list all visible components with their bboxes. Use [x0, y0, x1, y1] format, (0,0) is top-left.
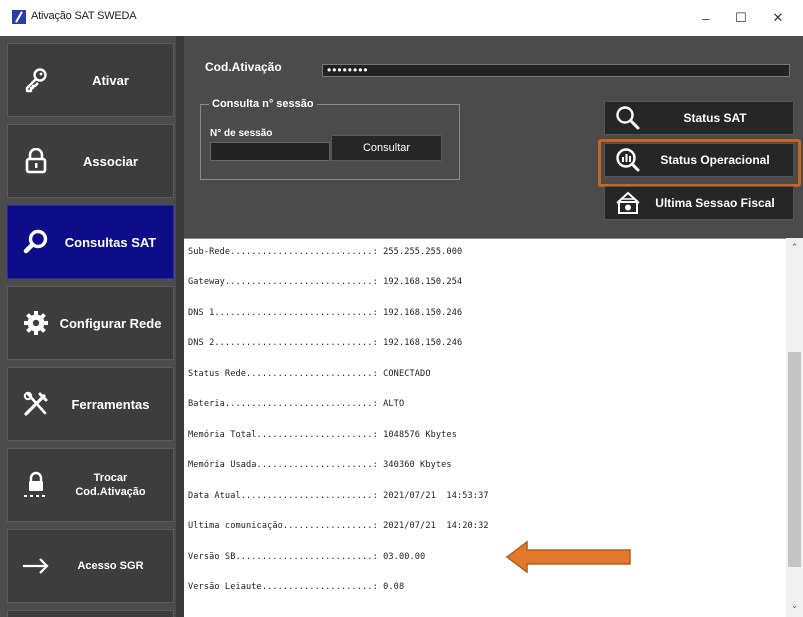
close-button[interactable]: ✕: [758, 6, 798, 30]
sidebar-item-label: Trocar Cod.Ativação: [8, 471, 173, 499]
console-line: Memória Usada......................: 340…: [188, 460, 452, 470]
receipt-icon: [613, 188, 643, 218]
scroll-down-arrow-icon[interactable]: ⌄: [786, 598, 803, 612]
console-line: Memória Total......................: 104…: [188, 430, 457, 440]
session-group-title: Consulta n° sessão: [209, 98, 317, 110]
consultar-button[interactable]: Consultar: [331, 135, 442, 161]
maximize-button[interactable]: ☐: [721, 6, 761, 30]
console-line: Bateria............................: ALT…: [188, 399, 405, 409]
sidebar-item-label: Configurar Rede: [59, 315, 162, 331]
session-number-input[interactable]: [210, 142, 330, 161]
title-bar: Ativação SAT SWEDA – ☐ ✕: [0, 0, 803, 36]
highlight-box: [598, 139, 801, 187]
cod-ativacao-input[interactable]: ••••••••: [322, 64, 790, 77]
console-line: DNS 2..............................: 192…: [188, 338, 463, 348]
sidebar-item-trocar-cod-ativacao[interactable]: Trocar Cod.Ativação: [7, 448, 174, 522]
window-title: Ativação SAT SWEDA: [31, 10, 137, 22]
sidebar-item-ativar[interactable]: Ativar: [7, 43, 174, 117]
status-sat-label: Status SAT: [683, 111, 747, 125]
console-line: DNS 1..............................: 192…: [188, 308, 463, 318]
sidebar-divider: [176, 36, 184, 617]
sidebar-item-acesso-sgr[interactable]: Acesso SGR: [7, 529, 174, 603]
annotation-arrow-icon: [505, 540, 631, 574]
console-line: Versão SB..........................: 03.…: [188, 552, 426, 562]
sidebar-item-label-line2: Cod.Ativação: [75, 486, 146, 498]
sidebar-item-label: Consultas SAT: [64, 234, 157, 250]
console-line: Data Atual.........................: 202…: [188, 491, 489, 501]
console-line: Status Rede........................: CON…: [188, 369, 431, 379]
console-line: Ultima comunicação.................: 202…: [188, 521, 489, 531]
console-line: Versão Leiaute.....................: 0.0…: [188, 582, 405, 592]
sidebar-item-label-line1: Trocar: [93, 472, 128, 484]
session-number-label: N° de sessão: [210, 128, 273, 139]
sidebar-item-associar[interactable]: Associar: [7, 124, 174, 198]
cod-ativacao-label: Cod.Ativação: [205, 60, 282, 74]
scroll-up-arrow-icon[interactable]: ⌃: [786, 240, 803, 254]
sidebar-item-label: Associar: [83, 153, 138, 169]
minimize-button[interactable]: –: [686, 6, 726, 30]
console-line: Sub-Rede...........................: 255…: [188, 247, 463, 257]
scroll-thumb[interactable]: [788, 352, 801, 567]
ultima-sessao-fiscal-button[interactable]: Ultima Sessao Fiscal: [604, 186, 794, 220]
ultima-sessao-fiscal-label: Ultima Sessao Fiscal: [655, 196, 775, 210]
sidebar-item-ferramentas[interactable]: Ferramentas: [7, 367, 174, 441]
sidebar-item-label: Ferramentas: [71, 396, 150, 412]
app-icon: [12, 10, 26, 24]
console-output[interactable]: Sub-Rede...........................: 255…: [184, 238, 803, 617]
sidebar-item-label: Acesso SGR: [77, 560, 144, 572]
status-sat-button[interactable]: Status SAT: [604, 101, 794, 135]
search-icon: [613, 103, 643, 133]
sidebar-item-partial[interactable]: [7, 610, 174, 617]
sidebar-item-consultas-sat[interactable]: Consultas SAT: [7, 205, 174, 279]
sidebar-item-configurar-rede[interactable]: Configurar Rede: [7, 286, 174, 360]
console-line: Gateway............................: 192…: [188, 277, 463, 287]
sidebar-item-label: Ativar: [92, 72, 129, 88]
